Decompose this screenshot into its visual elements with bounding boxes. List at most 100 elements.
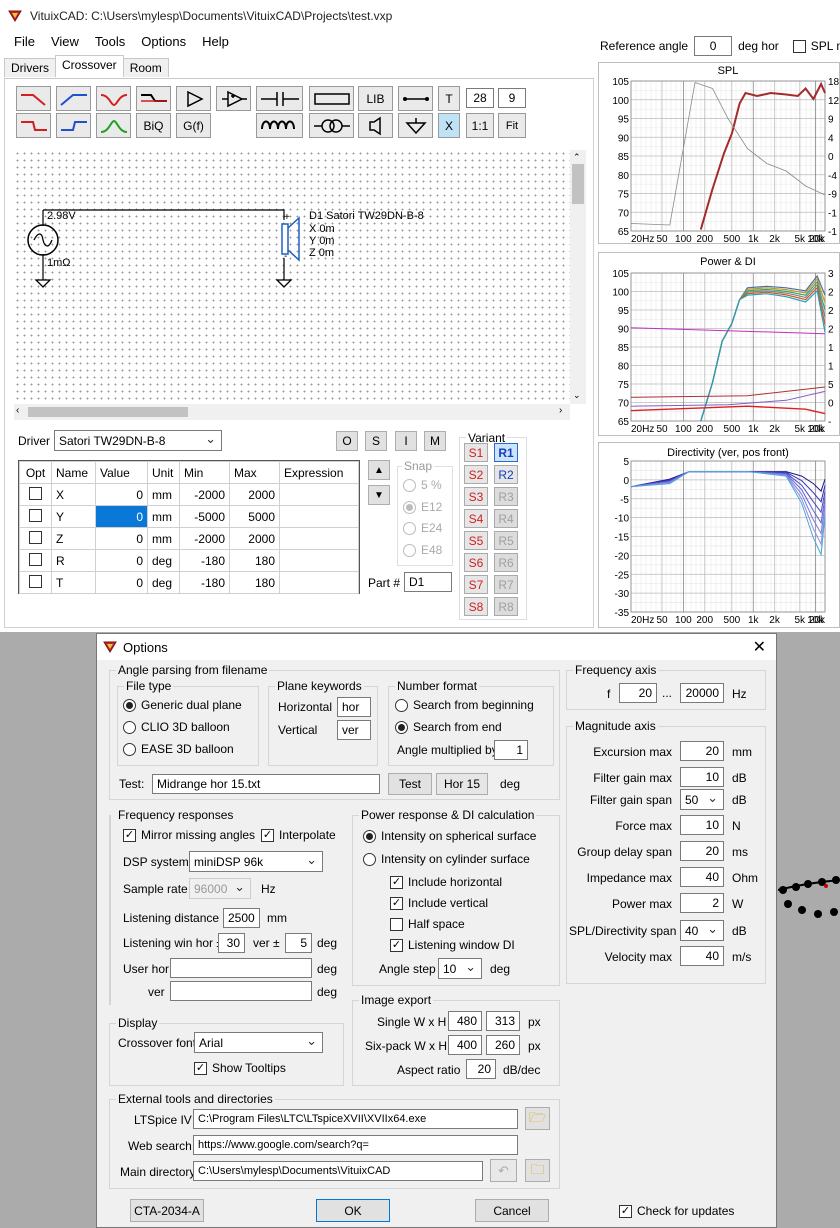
- variant-s3-button[interactable]: S3: [464, 487, 488, 506]
- filetype-generic[interactable]: Generic dual plane: [123, 698, 242, 712]
- scroll-up-icon[interactable]: ⌃: [573, 152, 581, 163]
- param-value[interactable]: 0: [95, 483, 148, 506]
- param-max[interactable]: 2000: [229, 527, 280, 550]
- cta-2034-button[interactable]: CTA-2034-A: [130, 1199, 204, 1222]
- ok-button[interactable]: OK: [316, 1199, 390, 1222]
- main-directory-reset-button[interactable]: ↶: [490, 1159, 517, 1182]
- lowpass-filter-button[interactable]: [16, 86, 51, 111]
- highpass-1st-button[interactable]: [56, 113, 91, 138]
- driver-m-button[interactable]: M: [424, 431, 446, 451]
- half-space[interactable]: Half space: [390, 917, 465, 931]
- shelving-filter-button[interactable]: [136, 86, 171, 111]
- intensity-cylinder[interactable]: Intensity on cylinder surface: [363, 852, 530, 866]
- param-min[interactable]: -2000: [179, 527, 230, 550]
- browse-ltspice-button[interactable]: 🗁: [525, 1107, 550, 1130]
- wire-button[interactable]: [398, 86, 433, 111]
- reference-angle-input[interactable]: 0: [694, 36, 733, 56]
- listening-window-di-checkbox[interactable]: ✓: [390, 938, 403, 952]
- variant-r3-button[interactable]: R3: [494, 487, 518, 506]
- biquad-button[interactable]: BiQ: [136, 113, 171, 138]
- param-value-selected[interactable]: 0: [95, 505, 148, 528]
- menu-view[interactable]: View: [51, 34, 79, 52]
- speaker-button[interactable]: [358, 113, 393, 138]
- show-tooltips-checkbox[interactable]: ✓: [194, 1061, 207, 1075]
- menu-help[interactable]: Help: [202, 34, 229, 52]
- bandpass-button[interactable]: [96, 113, 131, 138]
- variant-s1-button[interactable]: S1: [464, 443, 488, 462]
- transformer-button[interactable]: [309, 113, 354, 138]
- filetype-clio[interactable]: CLIO 3D balloon: [123, 720, 230, 734]
- param-min[interactable]: -5000: [179, 505, 230, 528]
- variant-s8-button[interactable]: S8: [464, 597, 488, 616]
- part-number-input[interactable]: D1: [404, 572, 452, 592]
- menu-options[interactable]: Options: [141, 34, 186, 52]
- magnitude-row-input[interactable]: 40: [680, 946, 724, 966]
- frequency-max-input[interactable]: 20000: [680, 683, 724, 703]
- table-row[interactable]: Z 0 mm -2000 2000: [19, 527, 359, 550]
- variant-r7-button[interactable]: R7: [494, 575, 518, 594]
- table-row[interactable]: X 0 mm -2000 2000: [19, 483, 359, 506]
- toggle-x-button[interactable]: X: [438, 113, 460, 138]
- search-from-end[interactable]: Search from end: [395, 720, 502, 734]
- highpass-filter-button[interactable]: [56, 86, 91, 111]
- user-hor-input[interactable]: [170, 958, 312, 978]
- dsp-system-select[interactable]: miniDSP 96k: [189, 851, 323, 872]
- horizontal-keyword-input[interactable]: hor: [337, 697, 371, 717]
- param-min[interactable]: -2000: [179, 483, 230, 506]
- web-search-input[interactable]: https://www.google.com/search?q=: [193, 1135, 518, 1155]
- filetype-clio-radio[interactable]: [123, 720, 136, 734]
- listening-window-di[interactable]: ✓ Listening window DI: [390, 938, 515, 952]
- amplifier-button[interactable]: [216, 86, 251, 111]
- frequency-min-input[interactable]: 20: [619, 683, 657, 703]
- param-value[interactable]: 0: [95, 549, 148, 572]
- browse-main-directory-button[interactable]: 🗀: [525, 1159, 550, 1182]
- magnitude-row-select[interactable]: 40: [680, 920, 724, 941]
- param-expression[interactable]: [279, 505, 359, 528]
- mirror-missing[interactable]: ✓ Mirror missing angles: [123, 828, 255, 842]
- opt-checkbox[interactable]: [29, 486, 42, 500]
- opt-checkbox[interactable]: [29, 508, 42, 522]
- single-width-input[interactable]: 480: [448, 1011, 482, 1031]
- lowpass-1st-button[interactable]: [16, 113, 51, 138]
- param-expression[interactable]: [279, 549, 359, 572]
- check-for-updates[interactable]: ✓ Check for updates: [619, 1204, 734, 1218]
- variant-s7-button[interactable]: S7: [464, 575, 488, 594]
- variant-s4-button[interactable]: S4: [464, 509, 488, 528]
- mirror-missing-checkbox[interactable]: ✓: [123, 828, 136, 842]
- vertical-keyword-input[interactable]: ver: [337, 720, 371, 740]
- table-row[interactable]: R 0 deg -180 180: [19, 549, 359, 572]
- magnitude-row-select[interactable]: 50: [680, 789, 724, 810]
- opt-checkbox[interactable]: [29, 530, 42, 544]
- menu-file[interactable]: File: [14, 34, 35, 52]
- horizontal-scrollbar[interactable]: ‹ ›: [14, 404, 570, 420]
- driver-o-button[interactable]: O: [336, 431, 358, 451]
- snap-5pct[interactable]: 5 %: [403, 478, 442, 492]
- param-expression[interactable]: [279, 527, 359, 550]
- ltspice-path-input[interactable]: C:\Program Files\LTC\LTspiceXVII\XVIIx64…: [193, 1109, 518, 1129]
- spl-max-checkbox[interactable]: [792, 39, 806, 53]
- filetype-generic-radio[interactable]: [123, 698, 136, 712]
- grid-size-input[interactable]: 28: [466, 88, 494, 108]
- cancel-button[interactable]: Cancel: [475, 1199, 549, 1222]
- transfer-function-button[interactable]: G(f): [176, 113, 211, 138]
- variant-r1-button[interactable]: R1: [494, 443, 518, 462]
- variant-s6-button[interactable]: S6: [464, 553, 488, 572]
- table-row[interactable]: T 0 deg -180 180: [19, 571, 359, 594]
- test-filename-input[interactable]: Midrange hor 15.txt: [152, 774, 380, 794]
- magnitude-row-input[interactable]: 20: [680, 741, 724, 761]
- magnitude-row-input[interactable]: 20: [680, 841, 724, 861]
- half-space-checkbox[interactable]: [390, 917, 403, 931]
- interpolate[interactable]: ✓ Interpolate: [261, 828, 336, 842]
- param-max[interactable]: 180: [229, 549, 280, 572]
- variant-s5-button[interactable]: S5: [464, 531, 488, 550]
- angle-multiplied-input[interactable]: 1: [494, 740, 528, 760]
- ground-button[interactable]: [398, 113, 433, 138]
- test-button[interactable]: Test: [388, 773, 432, 795]
- snap-e12-radio[interactable]: [403, 500, 416, 514]
- sixpack-width-input[interactable]: 400: [448, 1035, 482, 1055]
- opt-checkbox[interactable]: [29, 552, 42, 566]
- param-value[interactable]: 0: [95, 527, 148, 550]
- sixpack-height-input[interactable]: 260: [486, 1035, 520, 1055]
- param-max[interactable]: 2000: [229, 483, 280, 506]
- text-button[interactable]: T: [438, 86, 460, 111]
